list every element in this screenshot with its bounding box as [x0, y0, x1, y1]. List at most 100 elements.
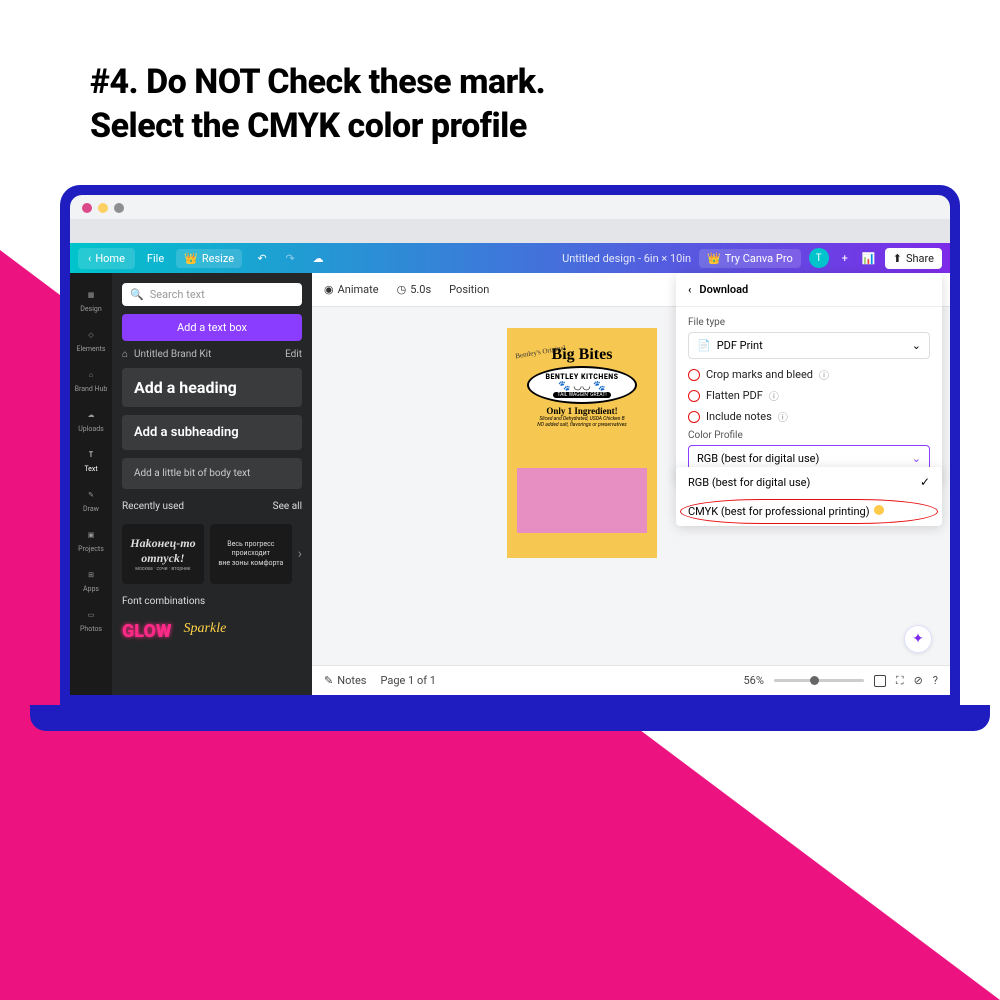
file-menu[interactable]: File [147, 252, 164, 265]
annotation-circle-icon [688, 369, 700, 381]
rail-draw[interactable]: ✎Draw [70, 481, 112, 519]
share-button[interactable]: ⬆ Share [885, 248, 942, 269]
download-panel: ‹ Download File type 📄PDF Print ⌄ Crop m… [676, 273, 942, 482]
rail-photos[interactable]: ▭Photos [70, 601, 112, 639]
see-all-link[interactable]: See all [273, 501, 302, 512]
close-icon [82, 203, 92, 213]
grid-view-icon[interactable] [874, 675, 886, 687]
search-input[interactable]: 🔍 Search text [122, 283, 302, 306]
download-header: ‹ Download [676, 273, 942, 307]
position-button[interactable]: Position [449, 283, 489, 296]
font-combo-glow[interactable]: GLOW [122, 621, 172, 642]
user-avatar[interactable]: T [809, 248, 829, 268]
upload-icon: ⬆ [893, 252, 902, 265]
recent-item-2[interactable]: Весь прогресспроисходитвне зоны комфорта [210, 524, 292, 584]
minimize-icon [98, 203, 108, 213]
chevron-right-icon[interactable]: › [298, 546, 302, 562]
animate-button[interactable]: ◉Animate [324, 283, 379, 296]
annotation-circle-icon [688, 390, 700, 402]
side-panel: 🔍 Search text Add a text box ⌂ Untitled B… [112, 273, 312, 695]
brand-kit-icon: ⌂ [122, 349, 128, 360]
redo-icon[interactable]: ↷ [282, 250, 298, 266]
info-icon[interactable]: ⓘ [769, 388, 779, 403]
info-icon[interactable]: ⓘ [778, 409, 788, 424]
design-canvas[interactable]: Bentley's Original Big Bites BENTLEY KIT… [507, 328, 657, 558]
color-profile-label: Color Profile [688, 430, 930, 441]
document-icon: 📄 [697, 339, 711, 352]
brand-kit-label: Untitled Brand Kit [134, 349, 211, 360]
pro-badge-icon [874, 505, 884, 515]
rail-brandhub[interactable]: ⌂Brand Hub [70, 361, 112, 399]
mascot-face-icon: 🐾 ◡◡ 🐾 [558, 381, 605, 392]
undo-icon[interactable]: ↶ [254, 250, 270, 266]
document-title[interactable]: Untitled design - 6in × 10in [562, 252, 691, 265]
bottom-bar: ✎Notes Page 1 of 1 56% ⛶ ⊘ ? [312, 665, 950, 695]
add-text-box-button[interactable]: Add a text box [122, 314, 302, 341]
animate-icon: ◉ [324, 283, 334, 296]
rail-uploads[interactable]: ☁Uploads [70, 401, 112, 439]
add-body-text-button[interactable]: Add a little bit of body text [122, 458, 302, 489]
back-icon[interactable]: ‹ [688, 283, 691, 296]
option-cmyk[interactable]: CMYK (best for professional printing) [676, 497, 942, 526]
rail-projects[interactable]: ▣Projects [70, 521, 112, 559]
window-controls [82, 203, 124, 213]
sparkle-icon: ✦ [912, 631, 924, 647]
font-combinations-label: Font combinations [122, 596, 205, 607]
recent-item-1[interactable]: Hakoнeц-moomnyck!москва · сочи · вторник [122, 524, 204, 584]
resize-button[interactable]: 👑 Resize [176, 249, 242, 268]
apps-icon: ⊞ [83, 567, 99, 583]
logo-oval: BENTLEY KITCHENS 🐾 ◡◡ 🐾 TAIL WAGGIN' GRE… [527, 366, 637, 404]
pink-rectangle [517, 468, 647, 533]
crown-icon: 👑 [707, 252, 721, 265]
recently-used-label: Recently used [122, 501, 184, 512]
add-heading-button[interactable]: Add a heading [122, 368, 302, 407]
font-combo-sparkle[interactable]: Sparkle [184, 621, 227, 642]
app-topbar: ‹ Home File 👑 Resize ↶ ↷ ☁ Untitled desi… [70, 243, 950, 273]
cloud-upload-icon: ☁ [83, 407, 99, 423]
flatten-pdf-checkbox[interactable]: Flatten PDF ⓘ [688, 388, 930, 403]
analytics-icon[interactable]: 📊 [861, 250, 877, 266]
cloud-sync-icon[interactable]: ☁ [310, 250, 326, 266]
pencil-icon: ✎ [83, 487, 99, 503]
app-screen: ‹ Home File 👑 Resize ↶ ↷ ☁ Untitled desi… [70, 195, 950, 695]
left-rail: ▦Design ◇Elements ⌂Brand Hub ☁Uploads TT… [70, 273, 112, 695]
zoom-slider[interactable] [774, 679, 864, 682]
plus-icon[interactable]: + [837, 250, 853, 266]
notes-icon: ✎ [324, 674, 333, 687]
check-icon[interactable]: ⊘ [914, 674, 923, 687]
chevron-left-icon: ‹ [88, 252, 91, 265]
rail-apps[interactable]: ⊞Apps [70, 561, 112, 599]
timer-icon: ◷ [397, 283, 407, 296]
crop-marks-checkbox[interactable]: Crop marks and bleed ⓘ [688, 367, 930, 382]
notes-button[interactable]: ✎Notes [324, 674, 366, 687]
annotation-circle-icon [688, 411, 700, 423]
info-icon[interactable]: ⓘ [819, 367, 829, 382]
rail-text[interactable]: TText [70, 441, 112, 479]
color-profile-dropdown: RGB (best for digital use) ✓ CMYK (best … [676, 467, 942, 526]
crown-icon: 👑 [184, 252, 198, 265]
magic-button[interactable]: ✦ [904, 625, 932, 653]
shapes-icon: ◇ [83, 327, 99, 343]
search-icon: 🔍 [130, 288, 144, 301]
file-type-label: File type [688, 317, 930, 328]
image-icon: ▭ [83, 607, 99, 623]
edit-link[interactable]: Edit [285, 349, 302, 360]
option-rgb[interactable]: RGB (best for digital use) ✓ [676, 467, 942, 497]
include-notes-checkbox[interactable]: Include notes ⓘ [688, 409, 930, 424]
duration-button[interactable]: ◷5.0s [397, 283, 432, 296]
laptop-base [30, 705, 990, 731]
zoom-value: 56% [743, 674, 763, 687]
maximize-icon [114, 203, 124, 213]
rail-design[interactable]: ▦Design [70, 281, 112, 319]
folder-icon: ▣ [83, 527, 99, 543]
browser-toolbar [70, 219, 950, 243]
file-type-select[interactable]: 📄PDF Print ⌄ [688, 332, 930, 359]
fullscreen-icon[interactable]: ⛶ [896, 674, 904, 688]
brand-icon: ⌂ [83, 367, 99, 383]
chevron-down-icon: ⌄ [912, 452, 921, 465]
help-icon[interactable]: ? [933, 674, 938, 687]
try-pro-button[interactable]: 👑 Try Canva Pro [699, 249, 801, 268]
home-button[interactable]: ‹ Home [78, 248, 135, 269]
rail-elements[interactable]: ◇Elements [70, 321, 112, 359]
add-subheading-button[interactable]: Add a subheading [122, 415, 302, 450]
